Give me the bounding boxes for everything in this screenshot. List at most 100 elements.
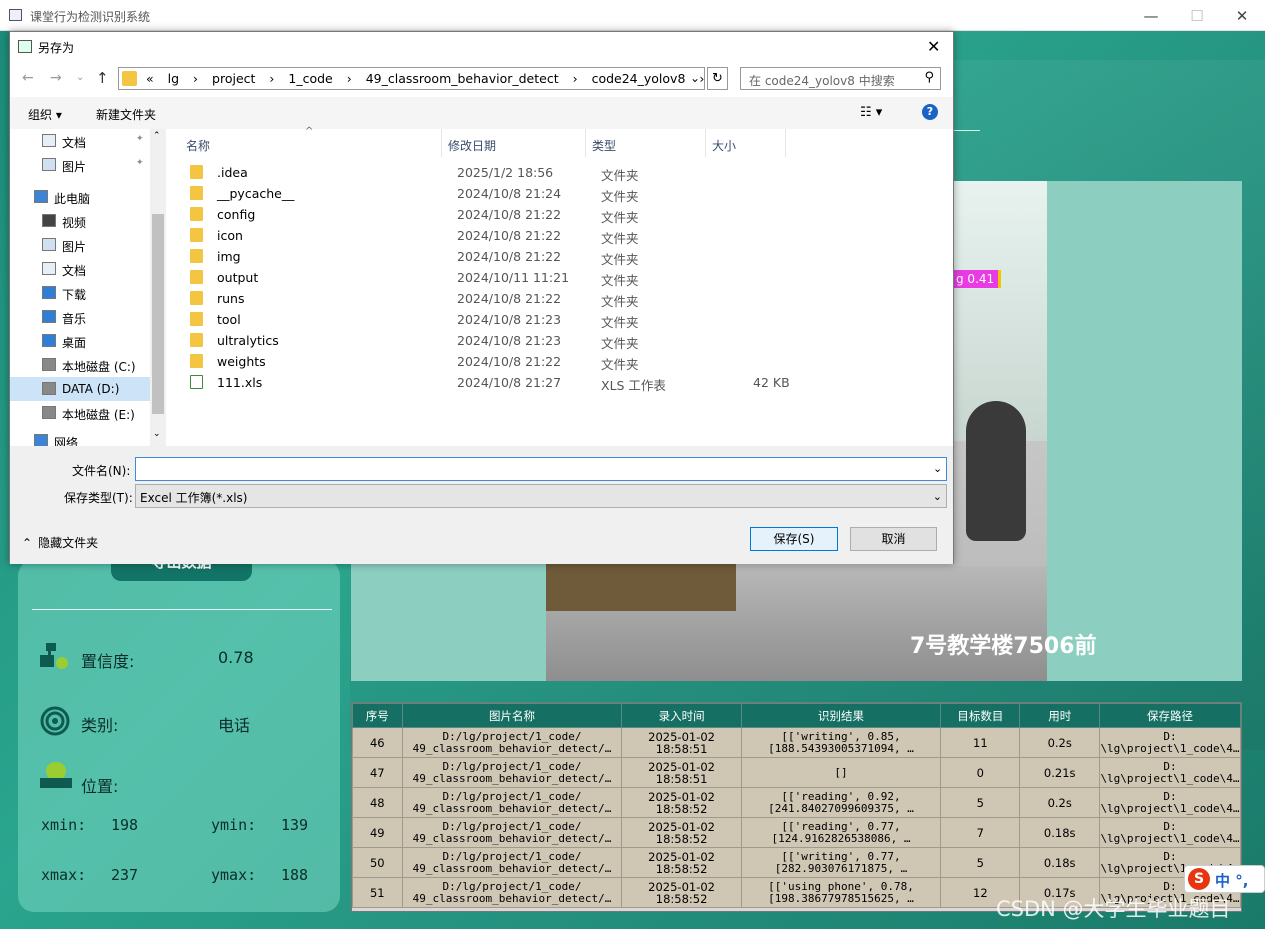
file-row[interactable]: config 2024/10/8 21:22 文件夹 — [186, 204, 806, 225]
result-cell[interactable]: [] — [740, 757, 942, 788]
row-id-cell[interactable]: 51 — [352, 877, 403, 908]
table-header-cell[interactable]: 目标数目 — [940, 703, 1021, 728]
table-row[interactable]: 46 D:/lg/project/1_code/49_classroom_beha… — [352, 727, 1242, 758]
table-header-cell[interactable]: 序号 — [352, 703, 403, 728]
dialog-close-button[interactable]: ✕ — [927, 37, 940, 56]
table-row[interactable]: 48 D:/lg/project/1_code/49_classroom_beha… — [352, 787, 1242, 818]
chevron-right-icon[interactable]: › — [347, 71, 352, 86]
nav-item[interactable]: 此电脑 — [10, 185, 150, 209]
nav-item[interactable]: 下载 — [10, 281, 150, 305]
duration-cell[interactable]: 0.18s — [1019, 847, 1100, 878]
file-row[interactable]: output 2024/10/11 11:21 文件夹 — [186, 267, 806, 288]
chevron-right-icon[interactable]: › — [193, 71, 198, 86]
breadcrumb[interactable]: « lg › project › 1_code › 49_classroom_b… — [141, 71, 709, 86]
table-row[interactable]: 50 D:/lg/project/1_code/49_classroom_beha… — [352, 847, 1242, 878]
nav-item[interactable]: 图片 — [10, 233, 150, 257]
column-header-size[interactable]: 大小 — [712, 137, 736, 154]
recent-locations-icon[interactable]: ⌄ — [76, 72, 84, 83]
result-cell[interactable]: [['reading', 0.77, [124.9162826538086, … — [740, 817, 942, 848]
target-count-cell[interactable]: 11 — [940, 727, 1021, 758]
help-icon[interactable]: ? — [922, 104, 938, 120]
file-row[interactable]: __pycache__ 2024/10/8 21:24 文件夹 — [186, 183, 806, 204]
save-path-cell[interactable]: D: \lg\project\1_code\4… — [1098, 787, 1242, 818]
column-header-type[interactable]: 类型 — [592, 137, 616, 154]
file-row[interactable]: tool 2024/10/8 21:23 文件夹 — [186, 309, 806, 330]
column-separator[interactable] — [585, 129, 586, 157]
navigation-scrollbar[interactable]: ⌃ ⌄ — [150, 129, 166, 446]
pin-icon[interactable]: ✦ — [136, 158, 144, 168]
hide-folders-toggle[interactable]: ⌃ 隐藏文件夹 — [22, 534, 98, 551]
table-row[interactable]: 49 D:/lg/project/1_code/49_classroom_beha… — [352, 817, 1242, 848]
nav-item[interactable]: 视频 — [10, 209, 150, 233]
ime-toolbar[interactable]: S 中 °, — [1184, 865, 1265, 893]
nav-item[interactable]: 图片 ✦ — [10, 153, 150, 177]
file-row[interactable]: .idea 2025/1/2 18:56 文件夹 — [186, 162, 806, 183]
result-cell[interactable]: [['reading', 0.92, [241.84027099609375, … — [740, 787, 942, 818]
image-name-cell[interactable]: D:/lg/project/1_code/49_classroom_behavi… — [401, 787, 623, 818]
chevron-right-icon[interactable]: › — [699, 71, 704, 86]
maximize-button[interactable]: ☐ — [1174, 0, 1220, 31]
forward-button[interactable]: → — [50, 70, 62, 86]
pin-icon[interactable]: ✦ — [136, 134, 144, 144]
save-path-cell[interactable]: D: \lg\project\1_code\4… — [1098, 727, 1242, 758]
table-row[interactable]: 47 D:/lg/project/1_code/49_classroom_beha… — [352, 757, 1242, 788]
row-id-cell[interactable]: 47 — [352, 757, 403, 788]
duration-cell[interactable]: 0.2s — [1019, 727, 1100, 758]
row-id-cell[interactable]: 46 — [352, 727, 403, 758]
breadcrumb-item[interactable]: project — [212, 71, 255, 86]
record-time-cell[interactable]: 2025-01-02 18:58:52 — [621, 877, 742, 908]
breadcrumb-item[interactable]: lg — [168, 71, 179, 86]
chevron-right-icon[interactable]: › — [269, 71, 274, 86]
record-time-cell[interactable]: 2025-01-02 18:58:52 — [621, 847, 742, 878]
file-row[interactable]: img 2024/10/8 21:22 文件夹 — [186, 246, 806, 267]
column-separator[interactable] — [441, 129, 442, 157]
breadcrumb-item[interactable]: « — [146, 71, 154, 86]
image-name-cell[interactable]: D:/lg/project/1_code/49_classroom_behavi… — [401, 877, 623, 908]
file-row[interactable]: runs 2024/10/8 21:22 文件夹 — [186, 288, 806, 309]
row-id-cell[interactable]: 50 — [352, 847, 403, 878]
column-header-date[interactable]: 修改日期 — [448, 137, 496, 154]
nav-item[interactable]: 文档 ✦ — [10, 129, 150, 153]
organize-button[interactable]: 组织 ▾ — [28, 106, 62, 123]
duration-cell[interactable]: 0.21s — [1019, 757, 1100, 788]
nav-item[interactable]: 音乐 — [10, 305, 150, 329]
save-path-cell[interactable]: D: \lg\project\1_code\4… — [1098, 817, 1242, 848]
table-header-cell[interactable]: 录入时间 — [621, 703, 742, 728]
scroll-up-arrow[interactable]: ⌃ — [153, 131, 161, 141]
filename-input[interactable] — [135, 457, 947, 481]
nav-item[interactable]: DATA (D:) — [10, 377, 150, 401]
address-bar[interactable]: « lg › project › 1_code › 49_classroom_b… — [118, 67, 705, 90]
target-count-cell[interactable]: 5 — [940, 847, 1021, 878]
target-count-cell[interactable]: 5 — [940, 787, 1021, 818]
save-button[interactable]: 保存(S) — [750, 527, 838, 551]
cancel-button[interactable]: 取消 — [850, 527, 937, 551]
nav-item[interactable]: 本地磁盘 (C:) — [10, 353, 150, 377]
result-cell[interactable]: [['writing', 0.85, [188.54393005371094, … — [740, 727, 942, 758]
up-button[interactable]: ↑ — [96, 69, 109, 87]
table-header-cell[interactable]: 保存路径 — [1098, 703, 1242, 728]
view-options-icon[interactable]: ☷ ▾ — [860, 105, 882, 120]
search-input[interactable]: 在 code24_yolov8 中搜索 ⚲ — [740, 67, 941, 90]
save-path-cell[interactable]: D: \lg\project\1_code\4… — [1098, 757, 1242, 788]
breadcrumb-item[interactable]: 49_classroom_behavior_detect — [366, 71, 559, 86]
refresh-button[interactable]: ↻ — [707, 67, 728, 90]
nav-item[interactable]: 文档 — [10, 257, 150, 281]
minimize-button[interactable]: — — [1128, 0, 1174, 31]
breadcrumb-item[interactable]: 1_code — [288, 71, 332, 86]
image-name-cell[interactable]: D:/lg/project/1_code/49_classroom_behavi… — [401, 817, 623, 848]
image-name-cell[interactable]: D:/lg/project/1_code/49_classroom_behavi… — [401, 757, 623, 788]
record-time-cell[interactable]: 2025-01-02 18:58:51 — [621, 727, 742, 758]
filetype-select[interactable]: Excel 工作簿(*.xls) ⌄ — [135, 484, 947, 508]
scroll-down-arrow[interactable]: ⌄ — [153, 429, 161, 439]
target-count-cell[interactable]: 7 — [940, 817, 1021, 848]
chevron-down-icon[interactable]: ⌄ — [933, 462, 942, 475]
chevron-right-icon[interactable]: › — [573, 71, 578, 86]
file-row[interactable]: ultralytics 2024/10/8 21:23 文件夹 — [186, 330, 806, 351]
record-time-cell[interactable]: 2025-01-02 18:58:51 — [621, 757, 742, 788]
duration-cell[interactable]: 0.18s — [1019, 817, 1100, 848]
record-time-cell[interactable]: 2025-01-02 18:58:52 — [621, 787, 742, 818]
column-separator[interactable] — [785, 129, 786, 157]
column-separator[interactable] — [705, 129, 706, 157]
chevron-down-icon[interactable]: ⌄ — [690, 71, 700, 85]
file-row[interactable]: icon 2024/10/8 21:22 文件夹 — [186, 225, 806, 246]
